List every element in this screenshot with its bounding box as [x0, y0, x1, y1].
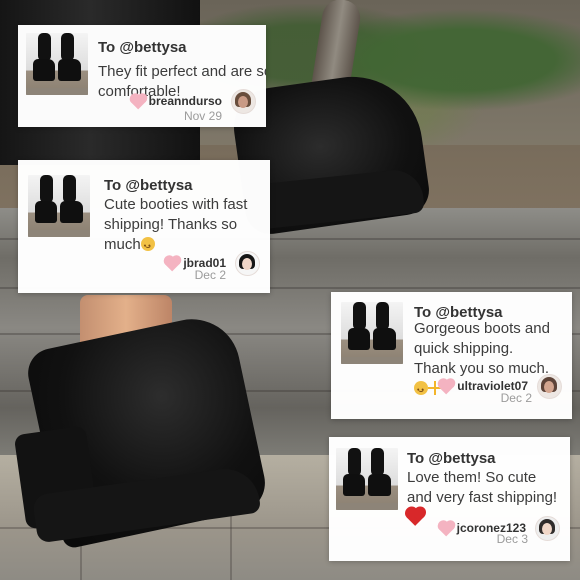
review-date: Dec 3 [496, 532, 528, 546]
thumbnail-boot [33, 59, 55, 81]
thumbnail-leg [63, 175, 76, 203]
thumbnail-leg [38, 33, 51, 61]
review-thumbnail [341, 302, 403, 364]
thumbnail-ground [26, 88, 88, 95]
review-card-1: To @bettysa They fit perfect and are so … [18, 25, 266, 127]
review-message-text: Gorgeous boots and quick shipping. Thank… [414, 320, 550, 377]
thumbnail-leg [348, 448, 361, 476]
review-thumbnail [336, 448, 398, 510]
review-message-text: Cute booties with fast shipping! Thanks … [104, 196, 248, 253]
review-message: Cute booties with fast shipping! Thanks … [104, 195, 259, 257]
avatar-icon [535, 515, 560, 541]
review-date: Dec 2 [500, 391, 532, 405]
review-recipient: To @bettysa [98, 39, 187, 56]
smile-emoji-icon [414, 381, 428, 401]
review-card-2: To @bettysa Cute booties with fast shipp… [18, 160, 270, 293]
thumbnail-boot [343, 474, 365, 496]
review-date: Nov 29 [183, 109, 222, 123]
smile-emoji-icon [140, 237, 155, 257]
review-recipient: To @bettysa [407, 450, 496, 467]
thumbnail-leg [376, 302, 389, 330]
review-thumbnail [28, 175, 90, 237]
avatar-icon [537, 373, 562, 399]
thumbnail-boot [368, 474, 391, 496]
heart-icon [165, 256, 181, 272]
avatar-icon [235, 250, 260, 276]
thumbnail-ground [341, 357, 403, 364]
thumbnail-leg [371, 448, 384, 476]
avatar-icon [231, 88, 256, 114]
thumbnail-boot [60, 201, 83, 223]
thumbnail-ground [336, 503, 398, 510]
thumbnail-ground [28, 230, 90, 237]
thumbnail-leg [353, 302, 366, 330]
review-thumbnail [26, 33, 88, 95]
thumbnail-boot [58, 59, 81, 81]
review-card-3: To @bettysa Gorgeous boots and quick shi… [331, 292, 572, 419]
review-message-text: Love them! So cute and very fast shippin… [407, 469, 558, 506]
review-author: breanndurso [130, 94, 222, 110]
review-date: Dec 2 [194, 268, 226, 282]
red-heart-emoji-icon [406, 508, 425, 526]
username: breanndurso [148, 94, 222, 108]
heart-icon [439, 379, 455, 395]
thumbnail-boot [35, 201, 57, 223]
heart-icon [130, 94, 146, 110]
thumbnail-boot [373, 328, 396, 350]
review-card-4: To @bettysa Love them! So cute and very … [329, 437, 570, 561]
review-recipient: To @bettysa [104, 177, 193, 194]
product-review-collage: To @bettysa They fit perfect and are so … [0, 0, 580, 580]
heart-icon [438, 521, 454, 537]
thumbnail-boot [348, 328, 370, 350]
thumbnail-leg [40, 175, 53, 203]
thumbnail-leg [61, 33, 74, 61]
